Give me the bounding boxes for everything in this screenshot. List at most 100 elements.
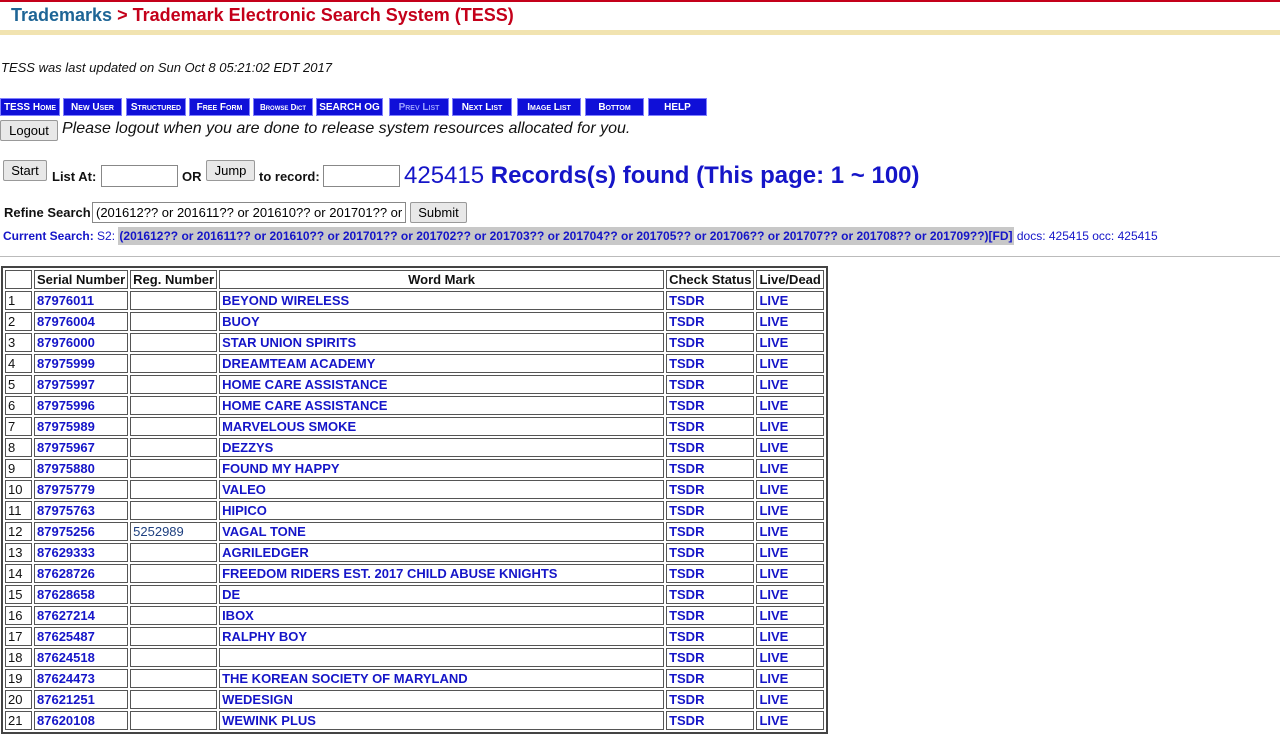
- serial-number-link[interactable]: 87621251: [34, 690, 129, 709]
- serial-number-link[interactable]: 87620108: [34, 711, 129, 730]
- tsdr-link[interactable]: TSDR: [666, 312, 755, 331]
- tsdr-link[interactable]: TSDR: [666, 396, 755, 415]
- nav-free-form-button[interactable]: Free Form: [189, 98, 250, 116]
- tsdr-link[interactable]: TSDR: [666, 333, 755, 352]
- tsdr-link[interactable]: TSDR: [666, 354, 755, 373]
- reg-number-link[interactable]: [130, 354, 218, 373]
- serial-number-link[interactable]: 87628658: [34, 585, 129, 604]
- tsdr-link[interactable]: TSDR: [666, 669, 755, 688]
- serial-number-link[interactable]: 87976011: [34, 291, 129, 310]
- refine-search-input[interactable]: [92, 202, 406, 223]
- to-record-input[interactable]: [323, 165, 400, 187]
- word-mark-link[interactable]: FOUND MY HAPPY: [219, 459, 665, 478]
- reg-number-link[interactable]: [130, 459, 218, 478]
- reg-number-link[interactable]: [130, 690, 218, 709]
- breadcrumb-trademarks-link[interactable]: Trademarks: [11, 5, 112, 25]
- logout-button[interactable]: Logout: [0, 120, 58, 141]
- tsdr-link[interactable]: TSDR: [666, 417, 755, 436]
- tsdr-link[interactable]: TSDR: [666, 522, 755, 541]
- tsdr-link[interactable]: TSDR: [666, 648, 755, 667]
- nav-image-list-button[interactable]: Image List: [517, 98, 581, 116]
- reg-number-link[interactable]: [130, 501, 218, 520]
- tsdr-link[interactable]: TSDR: [666, 291, 755, 310]
- nav-tess-home-button[interactable]: TESS Home: [0, 98, 60, 116]
- word-mark-link[interactable]: VAGAL TONE: [219, 522, 665, 541]
- tsdr-link[interactable]: TSDR: [666, 375, 755, 394]
- word-mark-link[interactable]: DREAMTEAM ACADEMY: [219, 354, 665, 373]
- tsdr-link[interactable]: TSDR: [666, 459, 755, 478]
- list-at-input[interactable]: [101, 165, 178, 187]
- reg-number-link[interactable]: [130, 543, 218, 562]
- word-mark-link[interactable]: [219, 648, 665, 667]
- reg-number-link[interactable]: [130, 585, 218, 604]
- serial-number-link[interactable]: 87627214: [34, 606, 129, 625]
- word-mark-link[interactable]: AGRILEDGER: [219, 543, 665, 562]
- reg-number-link[interactable]: [130, 417, 218, 436]
- word-mark-link[interactable]: IBOX: [219, 606, 665, 625]
- word-mark-link[interactable]: DE: [219, 585, 665, 604]
- serial-number-link[interactable]: 87975996: [34, 396, 129, 415]
- nav-bottom-button[interactable]: Bottom: [585, 98, 644, 116]
- reg-number-link[interactable]: [130, 333, 218, 352]
- serial-number-link[interactable]: 87975763: [34, 501, 129, 520]
- nav-structured-button[interactable]: Structured: [126, 98, 186, 116]
- serial-number-link[interactable]: 87975880: [34, 459, 129, 478]
- tsdr-link[interactable]: TSDR: [666, 543, 755, 562]
- tsdr-link[interactable]: TSDR: [666, 480, 755, 499]
- reg-number-link[interactable]: [130, 480, 218, 499]
- serial-number-link[interactable]: 87976004: [34, 312, 129, 331]
- tsdr-link[interactable]: TSDR: [666, 627, 755, 646]
- reg-number-link[interactable]: [130, 564, 218, 583]
- nav-browse-dict-button[interactable]: Browse Dict: [253, 98, 313, 116]
- reg-number-link[interactable]: [130, 375, 218, 394]
- serial-number-link[interactable]: 87975256: [34, 522, 129, 541]
- tsdr-link[interactable]: TSDR: [666, 711, 755, 730]
- jump-button[interactable]: Jump: [206, 160, 255, 181]
- nav-next-list-button[interactable]: Next List: [452, 98, 512, 116]
- reg-number-link[interactable]: [130, 291, 218, 310]
- serial-number-link[interactable]: 87628726: [34, 564, 129, 583]
- reg-number-link[interactable]: [130, 438, 218, 457]
- reg-number-link[interactable]: [130, 606, 218, 625]
- tsdr-link[interactable]: TSDR: [666, 606, 755, 625]
- nav-help-button[interactable]: HELP: [648, 98, 707, 116]
- word-mark-link[interactable]: BUOY: [219, 312, 665, 331]
- reg-number-link[interactable]: [130, 648, 218, 667]
- serial-number-link[interactable]: 87629333: [34, 543, 129, 562]
- reg-number-link[interactable]: [130, 396, 218, 415]
- word-mark-link[interactable]: DEZZYS: [219, 438, 665, 457]
- serial-number-link[interactable]: 87975997: [34, 375, 129, 394]
- nav-search-og-button[interactable]: SEARCH OG: [316, 98, 383, 116]
- word-mark-link[interactable]: THE KOREAN SOCIETY OF MARYLAND: [219, 669, 665, 688]
- refine-submit-button[interactable]: Submit: [410, 202, 467, 223]
- word-mark-link[interactable]: WEDESIGN: [219, 690, 665, 709]
- nav-prev-list-button[interactable]: Prev List: [389, 98, 449, 116]
- word-mark-link[interactable]: VALEO: [219, 480, 665, 499]
- reg-number-link[interactable]: [130, 711, 218, 730]
- word-mark-link[interactable]: WEWINK PLUS: [219, 711, 665, 730]
- reg-number-link[interactable]: [130, 312, 218, 331]
- serial-number-link[interactable]: 87625487: [34, 627, 129, 646]
- serial-number-link[interactable]: 87624473: [34, 669, 129, 688]
- word-mark-link[interactable]: STAR UNION SPIRITS: [219, 333, 665, 352]
- word-mark-link[interactable]: HOME CARE ASSISTANCE: [219, 396, 665, 415]
- serial-number-link[interactable]: 87975989: [34, 417, 129, 436]
- reg-number-link[interactable]: [130, 627, 218, 646]
- start-button[interactable]: Start: [3, 160, 47, 181]
- nav-new-user-button[interactable]: New User: [63, 98, 122, 116]
- word-mark-link[interactable]: HIPICO: [219, 501, 665, 520]
- reg-number-link[interactable]: [130, 669, 218, 688]
- serial-number-link[interactable]: 87975779: [34, 480, 129, 499]
- tsdr-link[interactable]: TSDR: [666, 438, 755, 457]
- word-mark-link[interactable]: BEYOND WIRELESS: [219, 291, 665, 310]
- serial-number-link[interactable]: 87975967: [34, 438, 129, 457]
- reg-number-link[interactable]: 5252989: [130, 522, 218, 541]
- word-mark-link[interactable]: RALPHY BOY: [219, 627, 665, 646]
- tsdr-link[interactable]: TSDR: [666, 585, 755, 604]
- tsdr-link[interactable]: TSDR: [666, 501, 755, 520]
- word-mark-link[interactable]: HOME CARE ASSISTANCE: [219, 375, 665, 394]
- serial-number-link[interactable]: 87624518: [34, 648, 129, 667]
- word-mark-link[interactable]: FREEDOM RIDERS EST. 2017 CHILD ABUSE KNI…: [219, 564, 665, 583]
- serial-number-link[interactable]: 87975999: [34, 354, 129, 373]
- tsdr-link[interactable]: TSDR: [666, 564, 755, 583]
